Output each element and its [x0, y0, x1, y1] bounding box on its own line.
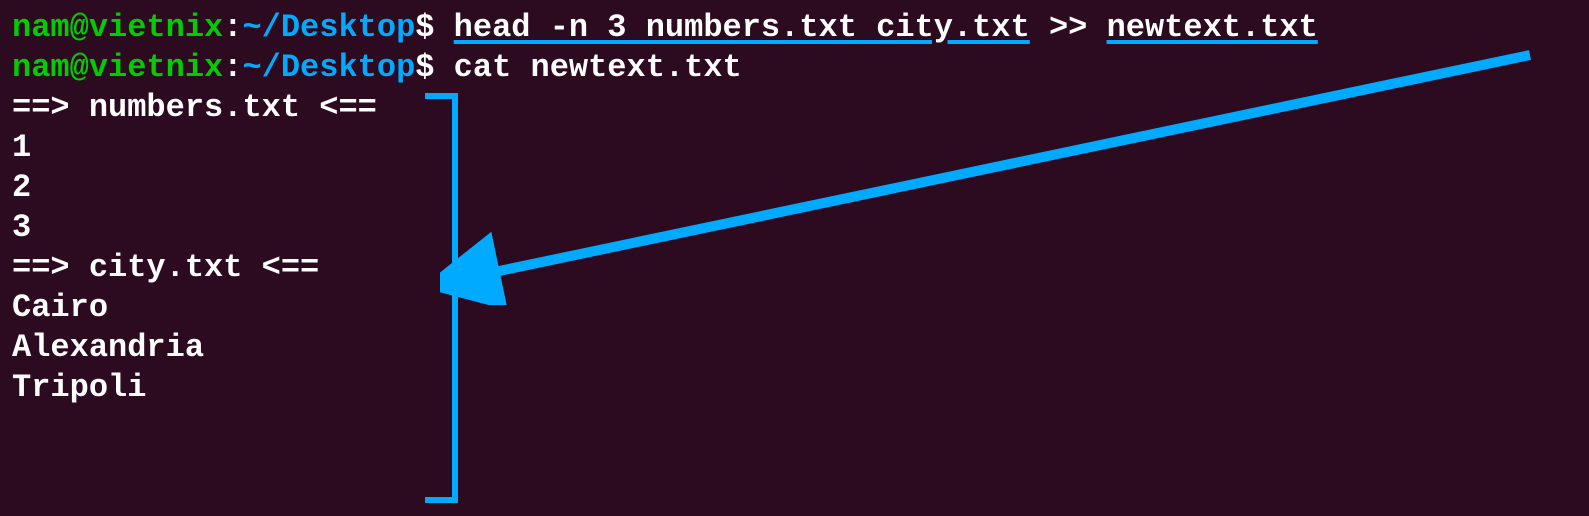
- prompt-at: @: [70, 49, 89, 86]
- command-space4: [434, 49, 453, 86]
- output-city-1: Cairo: [12, 288, 1577, 328]
- prompt-host: vietnix: [89, 49, 223, 86]
- redirect-target: newtext.txt: [1107, 9, 1318, 46]
- prompt-colon: :: [223, 9, 242, 46]
- prompt-dollar: $: [415, 49, 434, 86]
- output-header-city: ==> city.txt <==: [12, 248, 1577, 288]
- prompt-user: nam: [12, 49, 70, 86]
- command-space2: [1030, 9, 1049, 46]
- output-city-3: Tripoli: [12, 368, 1577, 408]
- prompt-path: ~/Desktop: [242, 49, 415, 86]
- prompt-dollar: $: [415, 9, 434, 46]
- output-number-1: 1: [12, 128, 1577, 168]
- prompt-host: vietnix: [89, 9, 223, 46]
- command-space: [434, 9, 453, 46]
- output-number-2: 2: [12, 168, 1577, 208]
- prompt-path: ~/Desktop: [242, 9, 415, 46]
- command-head: head -n 3 numbers.txt city.txt: [454, 9, 1030, 46]
- prompt-user: nam: [12, 9, 70, 46]
- terminal-line-2[interactable]: nam@vietnix:~/Desktop$ cat newtext.txt: [12, 48, 1577, 88]
- output-header-numbers: ==> numbers.txt <==: [12, 88, 1577, 128]
- output-number-3: 3: [12, 208, 1577, 248]
- command-cat: cat newtext.txt: [454, 49, 742, 86]
- prompt-colon: :: [223, 49, 242, 86]
- terminal-line-1[interactable]: nam@vietnix:~/Desktop$ head -n 3 numbers…: [12, 8, 1577, 48]
- output-city-2: Alexandria: [12, 328, 1577, 368]
- command-space3: [1087, 9, 1106, 46]
- prompt-at: @: [70, 9, 89, 46]
- redirect-operator: >>: [1049, 9, 1087, 46]
